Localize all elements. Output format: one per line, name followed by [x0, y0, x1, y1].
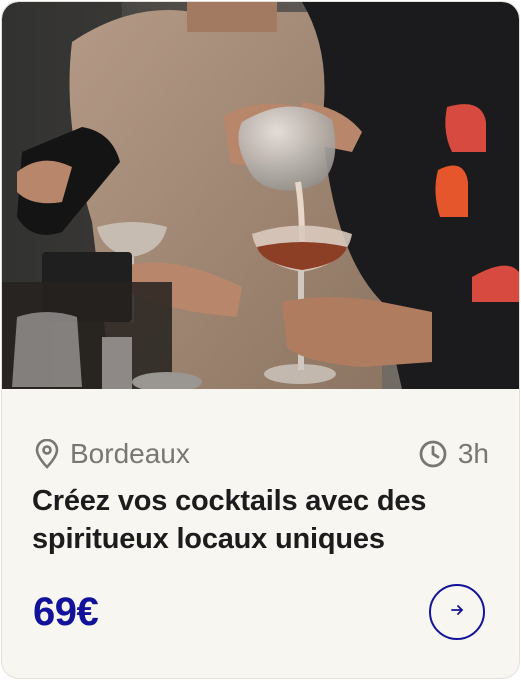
experience-title[interactable]: Créez vos cocktails avec des spiritueux … — [32, 482, 492, 558]
duration-label: 3h — [457, 438, 489, 469]
location-label: Bordeaux — [70, 438, 190, 469]
view-experience-button[interactable] — [429, 584, 485, 640]
clock-icon — [418, 439, 448, 469]
experience-card[interactable]: Bordeaux 3h Créez vos cocktails avec des… — [1, 1, 520, 679]
location: Bordeaux — [34, 438, 190, 470]
meta-row: Bordeaux 3h — [34, 434, 489, 474]
arrow-right-icon — [449, 602, 465, 623]
map-pin-icon — [34, 439, 60, 469]
experience-photo — [2, 2, 519, 389]
duration: 3h — [418, 438, 489, 470]
price: 69€ — [33, 590, 99, 634]
